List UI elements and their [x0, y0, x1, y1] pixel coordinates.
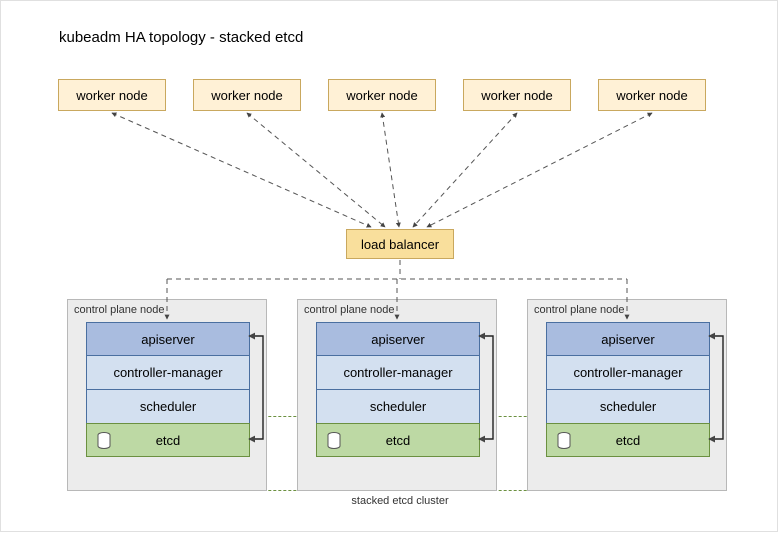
- control-plane-label: control plane node: [304, 304, 395, 316]
- etcd-label: etcd: [616, 433, 641, 448]
- controller-manager-box: controller-manager: [546, 356, 710, 390]
- apiserver-box: apiserver: [316, 322, 480, 356]
- database-icon: [97, 432, 111, 450]
- component-stack: apiserver controller-manager scheduler e…: [316, 322, 480, 457]
- control-plane-2: control plane node apiserver controller-…: [297, 299, 497, 491]
- etcd-box: etcd: [316, 423, 480, 457]
- etcd-label: etcd: [386, 433, 411, 448]
- control-plane-label: control plane node: [74, 304, 165, 316]
- component-stack: apiserver controller-manager scheduler e…: [86, 322, 250, 457]
- scheduler-label: scheduler: [600, 399, 656, 414]
- worker-node-label: worker node: [616, 88, 688, 103]
- controller-manager-box: controller-manager: [86, 356, 250, 390]
- etcd-box: etcd: [86, 423, 250, 457]
- worker-node-2: worker node: [193, 79, 301, 111]
- scheduler-label: scheduler: [140, 399, 196, 414]
- load-balancer-label: load balancer: [361, 237, 439, 252]
- controller-manager-label: controller-manager: [343, 365, 452, 380]
- control-plane-label: control plane node: [534, 304, 625, 316]
- scheduler-box: scheduler: [316, 390, 480, 424]
- apiserver-box: apiserver: [86, 322, 250, 356]
- scheduler-box: scheduler: [546, 390, 710, 424]
- scheduler-box: scheduler: [86, 390, 250, 424]
- database-icon: [327, 432, 341, 450]
- apiserver-label: apiserver: [141, 332, 194, 347]
- worker-node-label: worker node: [346, 88, 418, 103]
- worker-node-label: worker node: [76, 88, 148, 103]
- etcd-cluster-label: stacked etcd cluster: [83, 495, 717, 507]
- worker-node-label: worker node: [211, 88, 283, 103]
- etcd-box: etcd: [546, 423, 710, 457]
- component-stack: apiserver controller-manager scheduler e…: [546, 322, 710, 457]
- diagram-canvas: kubeadm HA topology - stacked etcd worke…: [0, 0, 778, 532]
- etcd-label: etcd: [156, 433, 181, 448]
- control-plane-3: control plane node apiserver controller-…: [527, 299, 727, 491]
- controller-manager-label: controller-manager: [113, 365, 222, 380]
- worker-node-4: worker node: [463, 79, 571, 111]
- apiserver-box: apiserver: [546, 322, 710, 356]
- load-balancer: load balancer: [346, 229, 454, 259]
- worker-node-label: worker node: [481, 88, 553, 103]
- worker-node-3: worker node: [328, 79, 436, 111]
- diagram-title: kubeadm HA topology - stacked etcd: [59, 29, 303, 46]
- database-icon: [557, 432, 571, 450]
- worker-node-1: worker node: [58, 79, 166, 111]
- scheduler-label: scheduler: [370, 399, 426, 414]
- apiserver-label: apiserver: [601, 332, 654, 347]
- worker-node-5: worker node: [598, 79, 706, 111]
- controller-manager-box: controller-manager: [316, 356, 480, 390]
- control-plane-1: control plane node apiserver controller-…: [67, 299, 267, 491]
- apiserver-label: apiserver: [371, 332, 424, 347]
- controller-manager-label: controller-manager: [573, 365, 682, 380]
